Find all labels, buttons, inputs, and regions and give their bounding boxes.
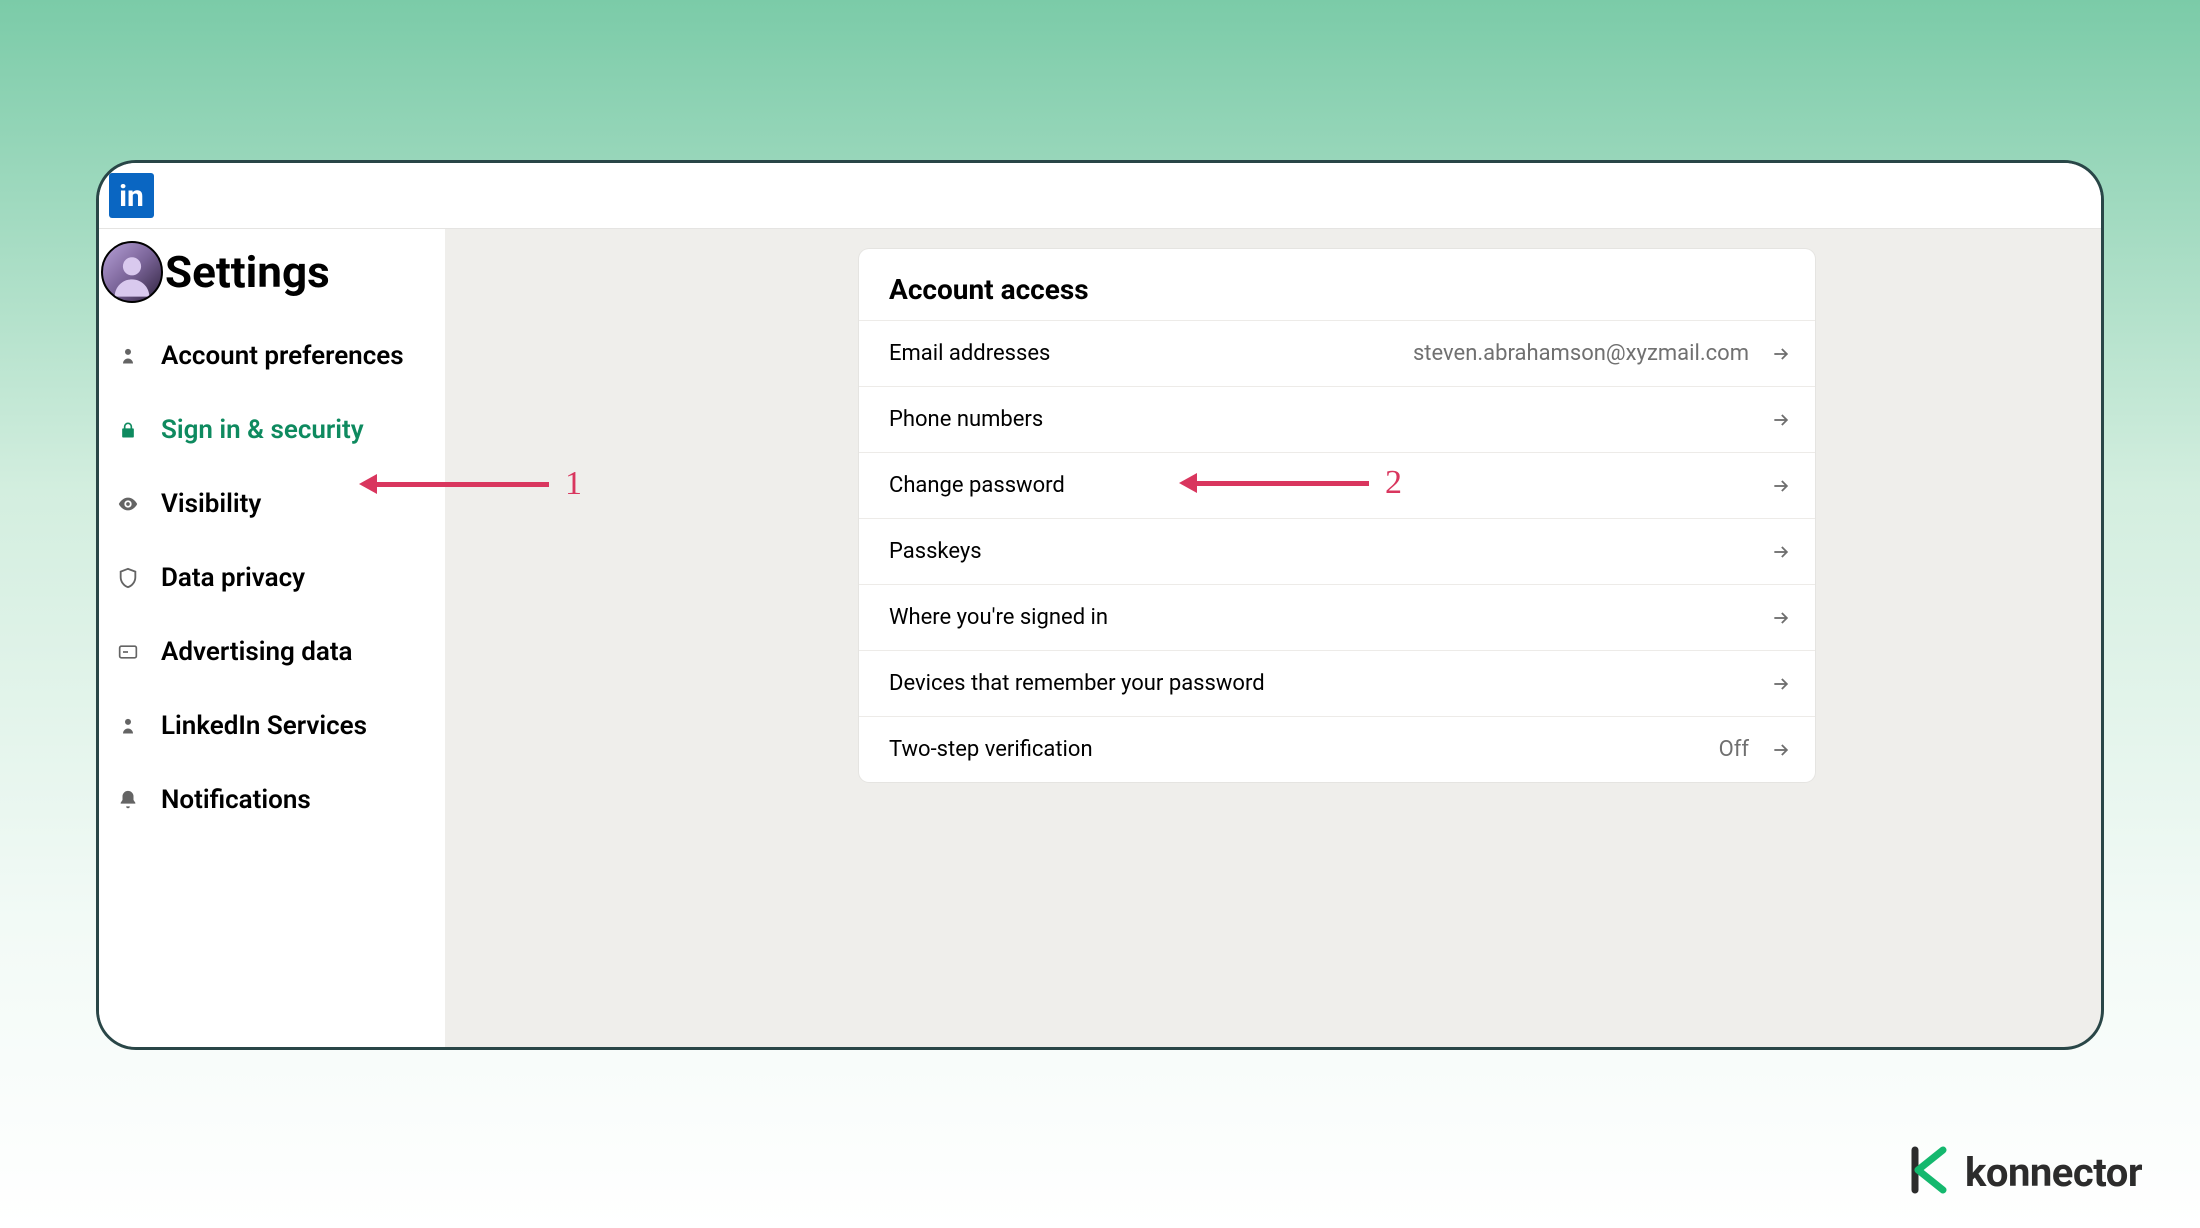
sidebar-item-label: Account preferences — [161, 341, 404, 371]
arrow-right-icon — [1771, 542, 1791, 562]
linkedin-logo-icon[interactable]: in — [109, 173, 154, 218]
brand-name: konnector — [1965, 1149, 2142, 1196]
row-label: Where you're signed in — [889, 605, 1108, 630]
sidebar-item-label: Advertising data — [161, 637, 353, 667]
sidebar-item-label: Data privacy — [161, 563, 305, 593]
topbar: in — [99, 163, 2101, 229]
row-label: Email addresses — [889, 341, 1050, 366]
arrow-right-icon — [1771, 344, 1791, 364]
row-passkeys[interactable]: Passkeys — [859, 518, 1815, 584]
sidebar-item-data-privacy[interactable]: Data privacy — [99, 541, 445, 615]
panel-title: Account access — [859, 249, 1815, 320]
annotation-label: 1 — [565, 465, 582, 503]
row-label: Two-step verification — [889, 737, 1093, 762]
row-label: Change password — [889, 473, 1065, 498]
arrow-right-icon — [1771, 608, 1791, 628]
person-icon — [115, 345, 141, 367]
row-value: Off — [1719, 737, 1749, 762]
sidebar-item-label: Notifications — [161, 785, 311, 815]
main-content: Account access Email addresses steven.ab… — [445, 229, 2101, 1047]
bell-icon — [115, 788, 141, 812]
row-email-addresses[interactable]: Email addresses steven.abrahamson@xyzmai… — [859, 320, 1815, 386]
sidebar-item-account-preferences[interactable]: Account preferences — [99, 319, 445, 393]
brand: konnector — [1905, 1146, 2142, 1198]
row-phone-numbers[interactable]: Phone numbers — [859, 386, 1815, 452]
sidebar-item-label: Sign in & security — [161, 415, 364, 445]
arrow-right-icon — [1771, 740, 1791, 760]
sidebar: Settings Account preferences Sign in & s… — [99, 229, 445, 1047]
sidebar-item-label: Visibility — [161, 489, 261, 519]
row-change-password[interactable]: Change password — [859, 452, 1815, 518]
avatar[interactable] — [101, 241, 163, 303]
linkedin-logo-text: in — [119, 179, 144, 214]
arrow-right-icon — [1771, 674, 1791, 694]
arrow-right-icon — [1771, 476, 1791, 496]
row-devices-remember-password[interactable]: Devices that remember your password — [859, 650, 1815, 716]
row-label: Devices that remember your password — [889, 671, 1265, 696]
lock-icon — [115, 419, 141, 441]
app-window: in Settings Account preferences — [96, 160, 2104, 1050]
sidebar-item-notifications[interactable]: Notifications — [99, 763, 445, 837]
account-access-panel: Account access Email addresses steven.ab… — [859, 249, 1815, 782]
settings-header: Settings — [99, 241, 445, 319]
person-icon — [115, 715, 141, 737]
eye-icon — [115, 493, 141, 515]
row-two-step-verification[interactable]: Two-step verification Off — [859, 716, 1815, 782]
row-where-signed-in[interactable]: Where you're signed in — [859, 584, 1815, 650]
sidebar-item-label: LinkedIn Services — [161, 711, 367, 741]
row-label: Phone numbers — [889, 407, 1043, 432]
konnector-logo-icon — [1905, 1146, 1953, 1198]
sidebar-item-advertising-data[interactable]: Advertising data — [99, 615, 445, 689]
arrow-right-icon — [1771, 410, 1791, 430]
row-label: Passkeys — [889, 539, 982, 564]
sidebar-item-sign-in-security[interactable]: Sign in & security — [99, 393, 445, 467]
row-value: steven.abrahamson@xyzmail.com — [1413, 341, 1749, 366]
shield-icon — [115, 566, 141, 590]
page-title: Settings — [165, 246, 330, 298]
card-icon — [115, 642, 141, 662]
sidebar-item-visibility[interactable]: Visibility — [99, 467, 445, 541]
sidebar-item-linkedin-services[interactable]: LinkedIn Services — [99, 689, 445, 763]
